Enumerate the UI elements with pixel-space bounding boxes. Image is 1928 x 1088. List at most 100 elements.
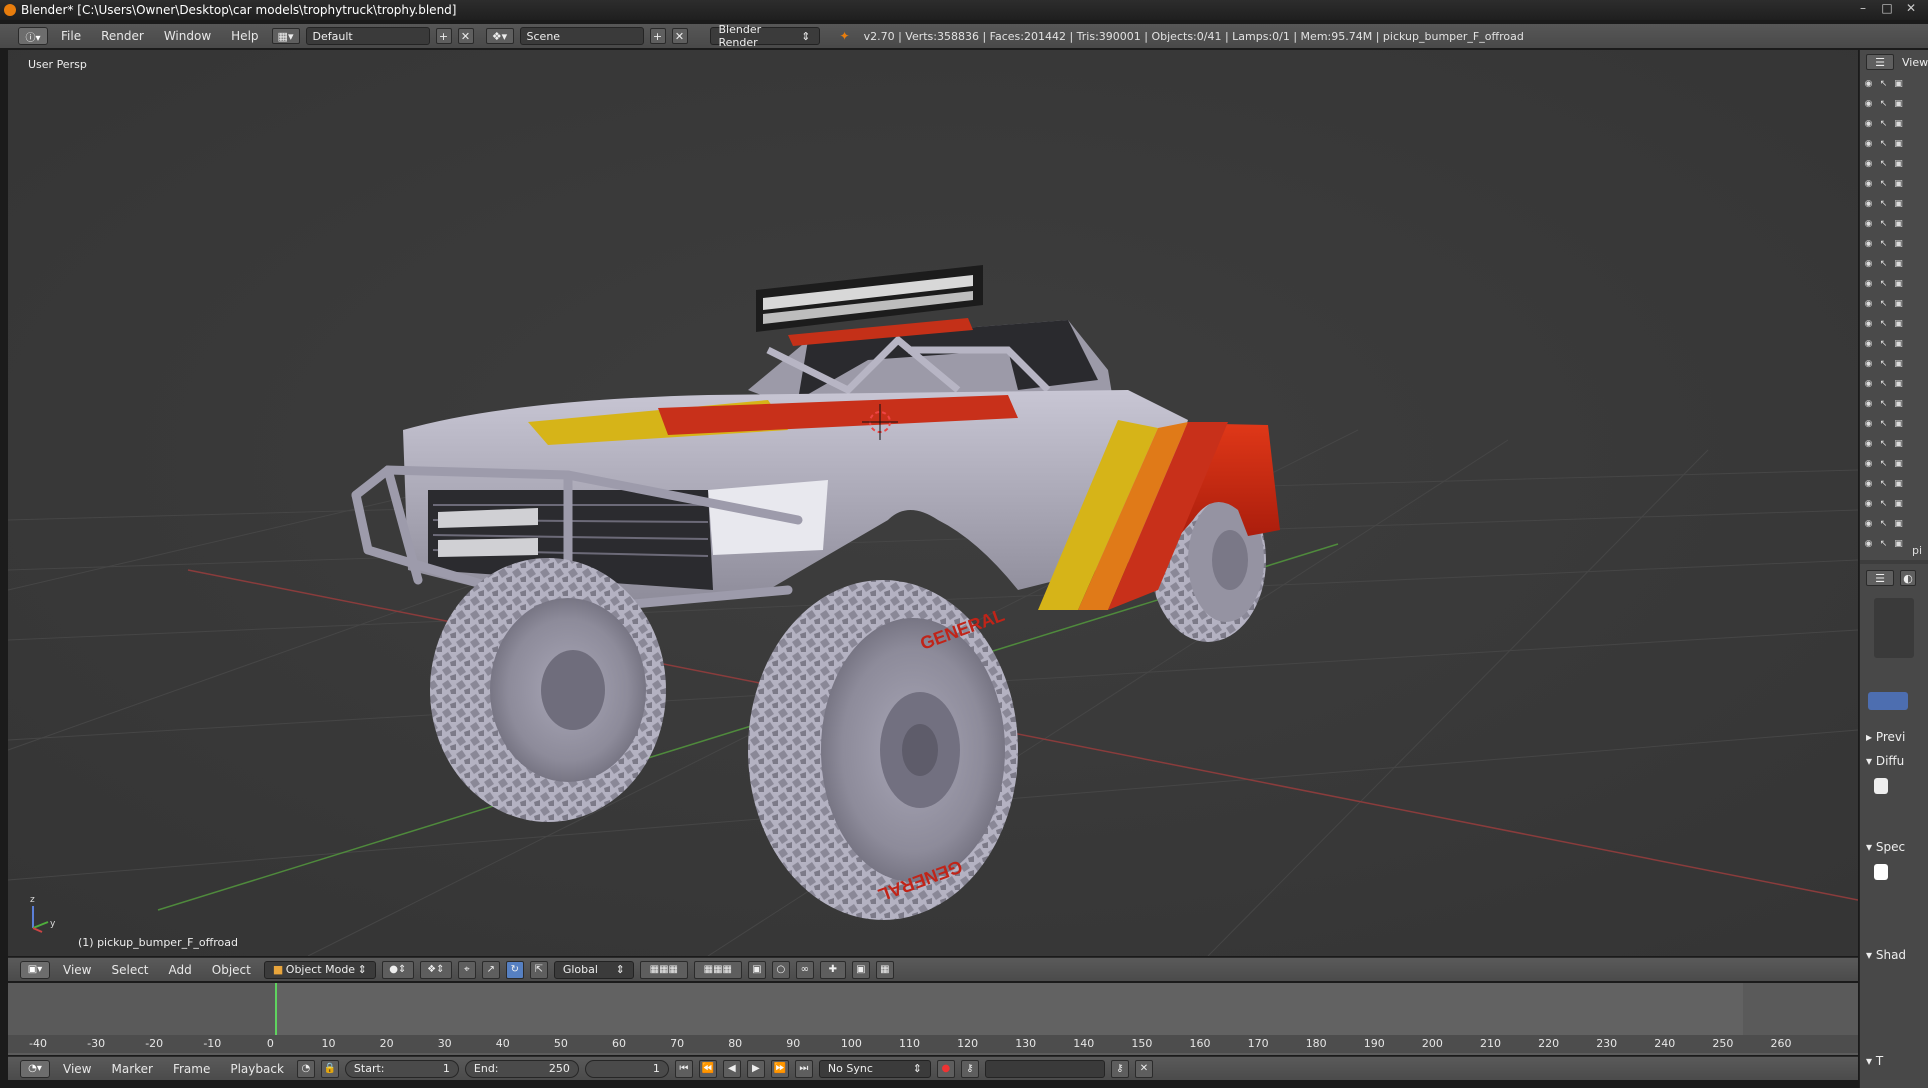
section-shading[interactable]: ▾ Shad [1866,948,1906,962]
selectable-cursor-icon[interactable]: ↖ [1878,419,1889,429]
outliner-row[interactable]: ◉ ↖ ▣ [1860,476,1928,492]
menu-view[interactable]: View [56,963,98,977]
render-camera-icon[interactable]: ▣ [1893,339,1904,349]
selectable-cursor-icon[interactable]: ↖ [1878,119,1889,129]
render-camera-icon[interactable]: ▣ [1893,419,1904,429]
menu-object[interactable]: Object [205,963,258,977]
section-transparency[interactable]: ▾ T [1866,1054,1883,1068]
editor-type-button[interactable]: ⓘ▾ [18,27,48,45]
viewport-shading-icon[interactable]: ●⇕ [381,960,414,979]
transform-orientation-dropdown[interactable]: Global ⇕ [553,960,634,979]
selectable-cursor-icon[interactable]: ↖ [1878,439,1889,449]
menu-render[interactable]: Render [94,29,151,43]
translate-manipulator-icon[interactable]: ↗ [481,960,500,979]
outliner-row[interactable]: ◉ ↖ ▣ [1860,196,1928,212]
sync-dropdown[interactable]: No Sync ⇕ [818,1059,931,1078]
selectable-cursor-icon[interactable]: ↖ [1878,79,1889,89]
selectable-cursor-icon[interactable]: ↖ [1878,299,1889,309]
render-camera-icon[interactable]: ▣ [1893,219,1904,229]
visibility-eye-icon[interactable]: ◉ [1863,159,1874,169]
visibility-eye-icon[interactable]: ◉ [1863,499,1874,509]
snap-element-icon[interactable]: ✚ [819,960,846,979]
outliner-view-tab[interactable]: View [1902,56,1928,69]
visibility-eye-icon[interactable]: ◉ [1863,379,1874,389]
close-icon[interactable]: ✕ [1900,0,1922,16]
visibility-eye-icon[interactable]: ◉ [1863,539,1874,549]
visibility-eye-icon[interactable]: ◉ [1863,279,1874,289]
keying-set-icon[interactable]: ⚷ [960,1059,979,1078]
rotate-manipulator-icon[interactable]: ↻ [505,960,524,979]
scene-icon[interactable]: ❖▾ [485,28,514,44]
render-camera-icon[interactable]: ▣ [1893,99,1904,109]
opengl-render-icon[interactable]: ▦ [875,960,894,979]
visibility-eye-icon[interactable]: ◉ [1863,439,1874,449]
outliner-row[interactable]: ◉ ↖ ▣ [1860,396,1928,412]
visibility-eye-icon[interactable]: ◉ [1863,139,1874,149]
render-camera-icon[interactable]: ▣ [1893,439,1904,449]
selectable-cursor-icon[interactable]: ↖ [1878,479,1889,489]
render-camera-icon[interactable]: ▣ [1893,179,1904,189]
proportional-edit-icon[interactable]: ○ [771,960,790,979]
lock-range-icon[interactable]: 🔒 [320,1059,339,1078]
material-tab-icon[interactable]: ◐ [1900,570,1916,586]
visibility-eye-icon[interactable]: ◉ [1863,199,1874,209]
render-camera-icon[interactable]: ▣ [1893,299,1904,309]
selectable-cursor-icon[interactable]: ↖ [1878,199,1889,209]
outliner-row[interactable]: ◉ ↖ ▣ [1860,296,1928,312]
properties-panel[interactable]: ☰ ◐ ▸ Previ ▾ Diffu ▾ Spec ▾ Shad ▾ T [1860,564,1928,1088]
selectable-cursor-icon[interactable]: ↖ [1878,519,1889,529]
render-camera-icon[interactable]: ▣ [1893,399,1904,409]
visibility-eye-icon[interactable]: ◉ [1863,259,1874,269]
render-camera-icon[interactable]: ▣ [1893,159,1904,169]
outliner-row[interactable]: ◉ ↖ ▣ [1860,256,1928,272]
current-frame-field[interactable]: 1 [584,1059,669,1078]
render-camera-icon[interactable]: ▣ [1893,359,1904,369]
play-icon[interactable]: ▶ [746,1059,765,1078]
render-camera-icon[interactable]: ▣ [1893,519,1904,529]
outliner-row[interactable]: ◉ ↖ ▣ [1860,356,1928,372]
jump-keyframe-back-icon[interactable]: ⏪ [698,1059,717,1078]
insert-keyframe-icon[interactable]: ⚷ [1110,1059,1129,1078]
scene-field[interactable]: Scene [519,27,644,45]
record-icon[interactable]: ● [936,1059,955,1078]
scale-manipulator-icon[interactable]: ⇱ [529,960,548,979]
selectable-cursor-icon[interactable]: ↖ [1878,259,1889,269]
visibility-eye-icon[interactable]: ◉ [1863,419,1874,429]
menu-add[interactable]: Add [162,963,199,977]
visibility-eye-icon[interactable]: ◉ [1863,99,1874,109]
snap-icon[interactable]: ∞ [795,960,814,979]
outliner-row[interactable]: ◉ ↖ ▣ [1860,376,1928,392]
selectable-cursor-icon[interactable]: ↖ [1878,339,1889,349]
selectable-cursor-icon[interactable]: ↖ [1878,219,1889,229]
menu-marker[interactable]: Marker [104,1062,159,1076]
visibility-eye-icon[interactable]: ◉ [1863,519,1874,529]
render-preview-icon[interactable]: ▣ [851,960,870,979]
timeline[interactable]: -40 -30 -20 -10 0 10 20 30 40 50 60 70 80 90 100 110 120… [8,983,1858,1055]
timeline-current-frame-line[interactable] [275,983,277,1043]
menu-select[interactable]: Select [104,963,155,977]
outliner-row[interactable]: ◉ ↖ ▣ [1860,176,1928,192]
section-diffuse[interactable]: ▾ Diffu [1866,754,1904,768]
visibility-eye-icon[interactable]: ◉ [1863,179,1874,189]
start-frame-field[interactable]: Start: 1 [344,1059,459,1078]
add-layout-icon[interactable]: + [435,28,452,44]
pivot-point-icon[interactable]: ❖⇕ [419,960,452,979]
lock-camera-icon[interactable]: ▣ [747,960,766,979]
layers-row-2-icon[interactable]: ▦▦▦ [693,960,742,979]
render-camera-icon[interactable]: ▣ [1893,239,1904,249]
3d-viewport[interactable]: GENERAL GENERAL z y User Persp (1) picku… [8,50,1858,956]
visibility-eye-icon[interactable]: ◉ [1863,79,1874,89]
visibility-eye-icon[interactable]: ◉ [1863,399,1874,409]
visibility-eye-icon[interactable]: ◉ [1863,239,1874,249]
selectable-cursor-icon[interactable]: ↖ [1878,239,1889,249]
selectable-cursor-icon[interactable]: ↖ [1878,279,1889,289]
render-camera-icon[interactable]: ▣ [1893,319,1904,329]
outliner-editor-icon[interactable]: ☰ [1866,54,1894,70]
end-frame-field[interactable]: End: 250 [464,1059,579,1078]
screen-layout-icon[interactable]: ▦▾ [271,28,300,44]
outliner-row[interactable]: ◉ ↖ ▣ [1860,216,1928,232]
visibility-eye-icon[interactable]: ◉ [1863,339,1874,349]
menu-timeline-view[interactable]: View [56,1062,98,1076]
minimize-icon[interactable]: – [1852,0,1874,16]
outliner-row[interactable]: ◉ ↖ ▣ [1860,516,1928,532]
